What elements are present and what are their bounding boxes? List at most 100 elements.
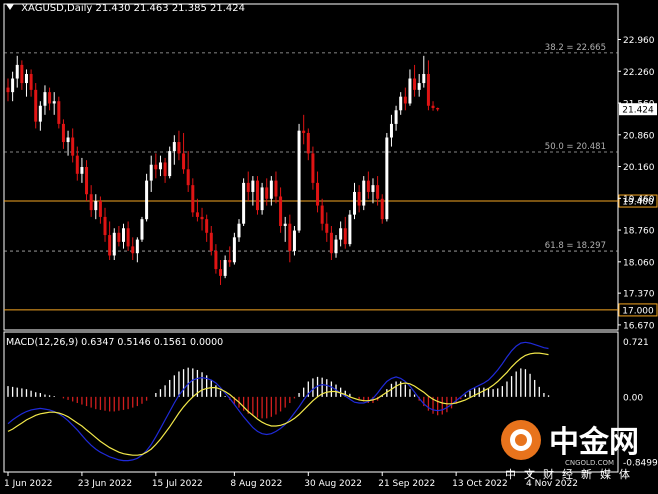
candle-body [334, 239, 338, 254]
candle-body [6, 87, 10, 93]
fib-61.8-label: 61.8 = 18.297 [545, 241, 606, 251]
candle-body [200, 216, 204, 220]
price-tick-label: 17.370 [623, 290, 655, 300]
collapse-triangle-icon[interactable] [6, 4, 14, 10]
candle-body [246, 182, 250, 192]
candle-body [389, 123, 393, 138]
candle-body [61, 123, 65, 143]
candle-body [265, 187, 269, 199]
date-tick-label: 30 Aug 2022 [304, 479, 362, 489]
candle-body [242, 182, 246, 224]
candle-body [205, 219, 209, 233]
candle-body [269, 180, 273, 199]
watermark-domain: CNGOLD.COM [565, 459, 614, 467]
candle-body [154, 164, 158, 170]
candle-body [214, 250, 218, 270]
candle-body [237, 223, 241, 238]
candle-body [29, 73, 33, 90]
macd-line [7, 341, 549, 462]
candle-body [108, 235, 112, 256]
candle-body [24, 73, 28, 84]
date-tick-label: 1 Jun 2022 [4, 479, 52, 489]
candle-body [288, 223, 292, 251]
candle-body [260, 187, 264, 211]
candle-body [43, 92, 47, 106]
candle-body [94, 201, 98, 211]
candle-body [145, 180, 149, 220]
candle-body [38, 105, 42, 122]
candle-body [223, 260, 227, 276]
candle-body [168, 151, 172, 177]
price-tick-label: 22.960 [623, 36, 655, 46]
candle-body [228, 260, 232, 263]
candle-body [436, 108, 440, 110]
candle-body [348, 214, 352, 245]
watermark-brand: 中金网 [549, 425, 639, 460]
candle-body [394, 110, 398, 124]
candle-body [75, 155, 79, 174]
chart-title: XAGUSD,Daily 21.430 21.463 21.385 21.424 [6, 3, 245, 14]
signal-line [7, 352, 549, 456]
fib-38.2-label: 38.2 = 22.665 [545, 43, 606, 53]
candle-body [177, 142, 181, 154]
candle-body [112, 232, 116, 256]
candle-body [325, 223, 329, 233]
candle-body [89, 194, 93, 211]
macd-label: MACD(12,26,9) 0.6347 0.5146 0.1561 0.000… [6, 337, 224, 348]
chart-window[interactable]: 38.2 = 22.665 50.0 = 20.481 61.8 = 18.297 1… [0, 0, 658, 492]
price-tick-label: 18.760 [623, 227, 655, 237]
candle-body [34, 89, 38, 122]
price-tick-label: 20.860 [623, 131, 655, 141]
macd-tick-label: 0.721 [623, 338, 649, 348]
level-17000-tag-label: 17.000 [622, 306, 654, 316]
watermark-subtitle: 中文财经新媒体 [505, 467, 638, 481]
candle-body [380, 198, 384, 220]
candle-body [311, 153, 315, 183]
candle-body [52, 101, 56, 104]
candle-body [209, 232, 213, 251]
price-tick-label: 19.460 [623, 195, 655, 205]
candle-body [255, 180, 259, 211]
candle-body [103, 216, 107, 236]
candle-body [15, 64, 19, 79]
candle-body [195, 212, 199, 217]
candle-body [57, 101, 61, 124]
price-tick-label: 16.670 [623, 321, 655, 331]
candle-body [376, 185, 380, 199]
candle-body [431, 105, 435, 109]
current-price-label: 21.424 [622, 106, 654, 116]
candle-body [126, 228, 130, 247]
candle-body [251, 180, 255, 192]
candle-body [149, 164, 153, 181]
candle-body [98, 201, 102, 217]
candle-body [320, 205, 324, 224]
candle-body [191, 185, 195, 213]
candle-body [408, 78, 412, 104]
date-tick-label: 23 Jun 2022 [78, 479, 132, 489]
price-tick-label: 18.060 [623, 258, 655, 268]
candle-body [297, 130, 301, 231]
candle-body [80, 167, 84, 174]
candle-body [329, 232, 333, 254]
price-tick-label: 22.260 [623, 68, 655, 78]
watermark-logo: 中金网 CNGOLD.COM 中文财经新媒体 [497, 410, 647, 490]
candle-body [219, 269, 223, 276]
symbol-label: XAGUSD,Daily 21.430 21.463 21.385 21.424 [21, 3, 245, 14]
candle-body [122, 228, 125, 242]
candle-body [135, 239, 139, 254]
candle-body [20, 64, 24, 84]
candle-body [117, 232, 121, 242]
candle-body [48, 92, 52, 104]
candle-body [292, 230, 296, 251]
candle-body [306, 132, 310, 154]
candle-body [131, 246, 135, 254]
candle-body [362, 180, 366, 206]
macd-tick-label: 0.00 [623, 393, 643, 403]
candle-body [172, 142, 176, 152]
candle-body [274, 180, 278, 197]
candle-body [385, 137, 389, 220]
candle-body [85, 167, 89, 195]
date-tick-label: 8 Aug 2022 [230, 479, 282, 489]
date-tick-label: 15 Jul 2022 [152, 479, 203, 489]
price-tick-label: 20.160 [623, 163, 655, 173]
